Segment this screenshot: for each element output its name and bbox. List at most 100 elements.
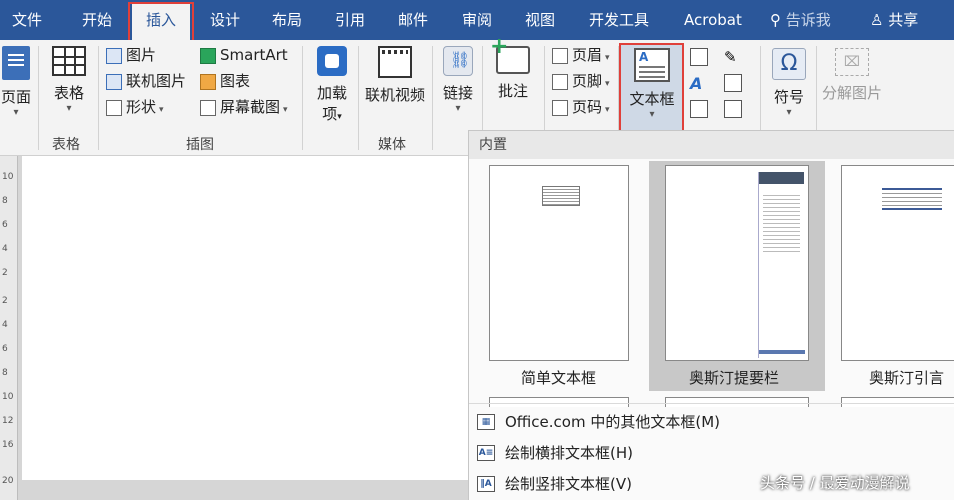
divider (432, 46, 433, 150)
table-button[interactable]: 表格 ▾ (46, 46, 92, 115)
tab-developer[interactable]: 开发工具 (589, 0, 649, 40)
picture-button[interactable]: 图片 (106, 44, 156, 66)
tab-review[interactable]: 审阅 (462, 0, 492, 40)
gallery-item-simple[interactable]: 简单文本框 (481, 161, 631, 391)
pages-button[interactable]: 页面 ▾ (0, 46, 36, 119)
symbol-button[interactable]: Ω 符号 ▾ (766, 48, 812, 119)
chart-icon (200, 73, 216, 90)
office-gallery-icon: ▦ (477, 414, 495, 430)
divider (469, 403, 954, 404)
picture-label: 图片 (126, 46, 157, 64)
date-time-icon[interactable] (724, 74, 742, 92)
page-number-icon (552, 99, 568, 116)
chevron-down-icon: ▾ (337, 112, 342, 122)
page-icon (2, 46, 30, 80)
shapes-label: 形状 (126, 98, 157, 116)
chart-label: 图表 (220, 72, 251, 90)
omega-icon: Ω (772, 48, 806, 80)
austin-quote-thumbnail (841, 165, 954, 361)
tell-me-label: 告诉我 (785, 11, 831, 29)
chevron-down-icon: ▾ (13, 107, 19, 118)
tab-file[interactable]: 文件 (12, 0, 42, 40)
signature-line-icon[interactable]: ✎ (724, 48, 742, 66)
gallery-item-austin-quote[interactable]: 奥斯汀引言 (837, 161, 954, 391)
addins-button[interactable]: 加载 项▾ (310, 46, 354, 124)
ruler-tick: 4 (2, 244, 8, 254)
watermark-text: 头条号 / 最爱动漫解说 (760, 474, 910, 492)
page-number-label: 页码 (572, 98, 603, 116)
menu-item-label: 绘制横排文本框(H) (505, 444, 633, 462)
header-button[interactable]: 页眉 ▾ (552, 44, 610, 66)
tab-layout[interactable]: 布局 (272, 0, 302, 40)
shapes-button[interactable]: 形状 ▾ (106, 96, 164, 118)
ruler-tick: 8 (2, 368, 8, 378)
tab-mailings[interactable]: 邮件 (398, 0, 428, 40)
group-label-media: 媒体 (378, 137, 406, 153)
textbox-highlight (619, 43, 684, 134)
shapes-icon (106, 99, 122, 116)
drop-cap-icon[interactable] (690, 100, 708, 118)
screenshot-button[interactable]: 屏幕截图 ▾ (200, 96, 288, 118)
wordart-icon[interactable]: A (690, 74, 708, 93)
picture-icon (106, 47, 122, 64)
gallery-item-label: 简单文本框 (521, 369, 597, 387)
menu-more-textboxes-office[interactable]: ▦ Office.com 中的其他文本框(M) (469, 407, 954, 437)
screenshot-label: 屏幕截图 (220, 98, 281, 116)
tab-design[interactable]: 设计 (210, 0, 240, 40)
gallery-item-austin-sidebar[interactable]: 奥斯汀提要栏 (649, 161, 825, 391)
document-page[interactable] (22, 156, 468, 480)
vertical-textbox-icon: ‖A (477, 476, 495, 492)
link-button[interactable]: 链接 ▾ (440, 46, 476, 115)
ruler-tick: 10 (2, 172, 14, 182)
chevron-down-icon: ▾ (283, 105, 288, 115)
comment-button[interactable]: 批注 (490, 34, 536, 101)
group-label-illustrations: 插图 (186, 137, 214, 153)
smartart-button[interactable]: SmartArt (200, 44, 288, 66)
camera-icon (200, 99, 216, 116)
tab-references[interactable]: 引用 (335, 0, 365, 40)
gallery-thumbnail-partial[interactable] (665, 397, 809, 407)
store-icon (317, 46, 347, 76)
tab-view[interactable]: 视图 (525, 0, 555, 40)
chart-button[interactable]: 图表 (200, 70, 250, 92)
ungroup-picture-button[interactable]: ⌧ 分解图片 (818, 48, 886, 103)
share-label: 共享 (888, 11, 919, 29)
chevron-down-icon: ▾ (605, 105, 610, 115)
ruler-tick: 6 (2, 344, 8, 354)
addins-label: 加载 (316, 84, 347, 102)
online-picture-button[interactable]: 联机图片 (106, 70, 186, 92)
tab-acrobat[interactable]: Acrobat (684, 0, 742, 40)
textbox-gallery: 内置 简单文本框 奥斯汀提要栏 奥斯汀引言 ▦ Office.com 中的其他文… (468, 130, 954, 500)
quick-parts-icon[interactable] (690, 48, 708, 66)
tell-me-box[interactable]: ⚲ 告诉我 (770, 0, 831, 40)
comment-label: 批注 (497, 82, 528, 100)
online-video-button[interactable]: 联机视频 (362, 46, 428, 105)
austin-sidebar-thumbnail (665, 165, 809, 361)
gallery-thumbnail-partial[interactable] (841, 397, 954, 407)
gallery-item-label: 奥斯汀提要栏 (689, 369, 780, 387)
comment-icon (490, 34, 530, 74)
object-icon[interactable] (724, 100, 742, 118)
chevron-down-icon: ▾ (66, 103, 72, 114)
tab-home[interactable]: 开始 (82, 0, 112, 40)
ruler-tick: 2 (2, 296, 8, 306)
gallery-thumbnail-partial[interactable] (489, 397, 629, 407)
share-button[interactable]: ♙ 共享 (870, 0, 918, 40)
gallery-item-label: 奥斯汀引言 (869, 369, 945, 387)
menu-draw-horizontal-textbox[interactable]: A≡ 绘制横排文本框(H) (469, 438, 954, 468)
online-picture-label: 联机图片 (126, 72, 187, 90)
page-number-button[interactable]: 页码 ▾ (552, 96, 610, 118)
footer-label: 页脚 (572, 72, 603, 90)
header-icon (552, 47, 568, 64)
ruler-tick: 6 (2, 220, 8, 230)
table-icon (52, 46, 86, 76)
gallery-section-header: 内置 (469, 131, 954, 159)
search-icon: ⚲ (770, 11, 781, 29)
group-label-table: 表格 (52, 137, 80, 153)
simple-textbox-thumbnail (489, 165, 629, 361)
ruler-tick: 20 (2, 476, 14, 486)
ruler-tick: 8 (2, 196, 8, 206)
person-icon: ♙ (870, 11, 884, 29)
table-label: 表格 (53, 84, 84, 102)
footer-button[interactable]: 页脚 ▾ (552, 70, 610, 92)
